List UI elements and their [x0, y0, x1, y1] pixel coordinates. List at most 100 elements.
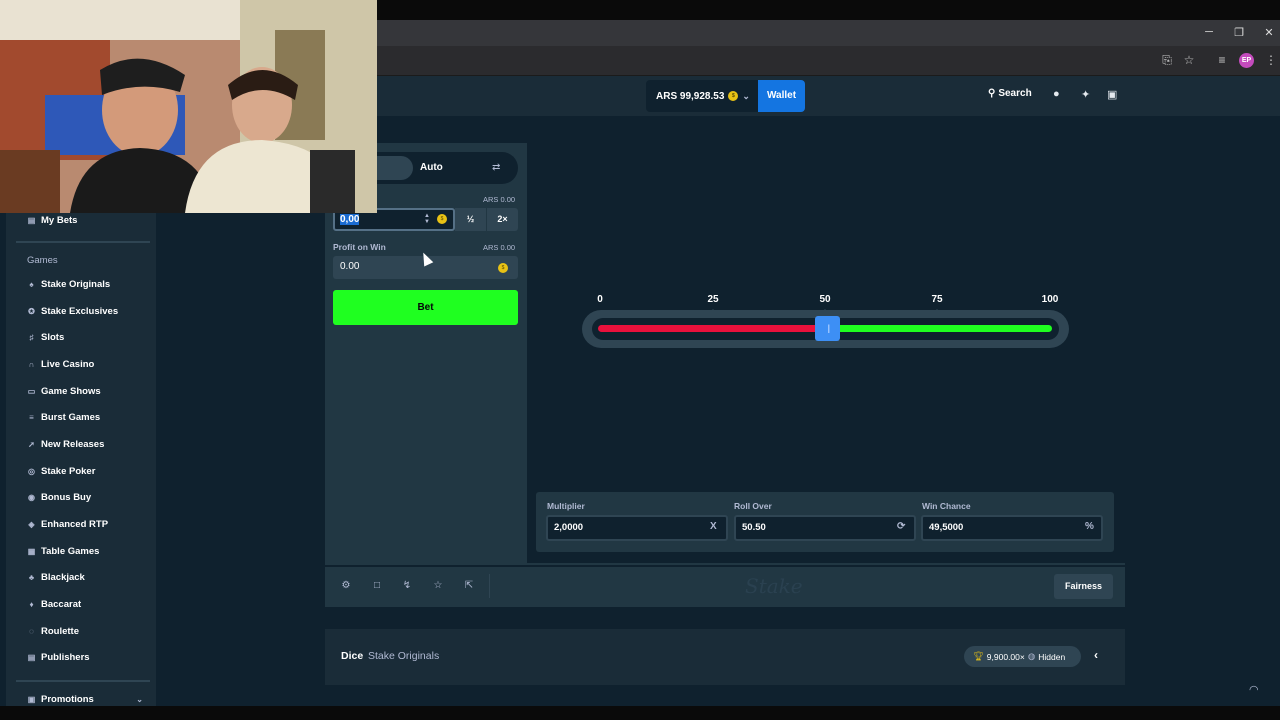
- media-icon[interactable]: ≡: [1213, 53, 1231, 67]
- restore-icon[interactable]: ❐: [1224, 26, 1254, 39]
- slider-tick-label: 75: [931, 294, 943, 305]
- sidebar-item-label: Burst Games: [41, 412, 101, 423]
- bet-amount-fiat: ARS 0.00: [483, 195, 516, 204]
- slider-tick-label: 25: [707, 294, 719, 305]
- sidebar-item-bonus-buy[interactable]: ◉ Bonus Buy: [27, 492, 91, 503]
- theatre-mode-icon[interactable]: □: [370, 580, 384, 591]
- profit-on-win-label: Profit on Win: [333, 242, 386, 252]
- winchance-suffix: %: [1085, 521, 1094, 532]
- rocket-icon: ➚: [28, 440, 35, 449]
- notifications-icon[interactable]: ✦: [1081, 88, 1090, 101]
- chat-icon[interactable]: ▣: [1107, 88, 1117, 101]
- half-bet-button[interactable]: ½: [455, 208, 486, 231]
- max-win-badge[interactable]: 🏆︎ 9,900.00× ◍ Hidden: [964, 646, 1081, 667]
- slider-win-range: [827, 325, 1052, 332]
- multiplier-label: Multiplier: [547, 501, 585, 511]
- coin-icon: $: [498, 263, 508, 273]
- chevron-left-icon[interactable]: ‹: [1094, 648, 1098, 662]
- slider-tick-label: 100: [1041, 294, 1059, 305]
- slider-tick-label: 0: [597, 294, 603, 305]
- sidebar-item-label: Roulette: [41, 626, 79, 637]
- close-icon[interactable]: ✕: [1254, 26, 1280, 39]
- sidebar-item-burst-games[interactable]: ≡ Burst Games: [27, 412, 100, 423]
- sidebar-item-game-shows[interactable]: ▭ Game Shows: [27, 386, 101, 397]
- chevron-down-icon: ⌄: [136, 695, 143, 704]
- translate-icon[interactable]: ⎘: [1158, 53, 1176, 68]
- settings-gear-icon[interactable]: ⚙: [339, 580, 353, 591]
- tab-auto[interactable]: Auto: [420, 162, 443, 173]
- rollover-input[interactable]: 50.50: [734, 515, 916, 541]
- sidebar-item-label: New Releases: [41, 439, 105, 450]
- sidebar-item-baccarat[interactable]: ♦ Baccarat: [27, 599, 81, 610]
- sidebar-item-label: My Bets: [41, 215, 78, 226]
- bets-icon: ▤: [27, 216, 36, 225]
- bookmark-star-icon[interactable]: ☆: [1180, 53, 1198, 67]
- fairness-button[interactable]: Fairness: [1054, 574, 1113, 599]
- sidebar-item-publishers[interactable]: ▤ Publishers: [27, 652, 90, 663]
- coin-icon: $: [728, 91, 739, 101]
- sidebar-divider: [16, 241, 150, 243]
- balance-amount: ARS 99,928.53: [656, 90, 725, 102]
- star-badge-icon: ✪: [28, 307, 35, 316]
- sidebar-item-my-bets[interactable]: ▤ My Bets: [27, 215, 78, 226]
- bet-button[interactable]: Bet: [333, 290, 518, 325]
- profit-fiat: ARS 0.00: [483, 243, 516, 252]
- user-icon[interactable]: ●: [1053, 88, 1060, 100]
- sidebar-item-label: Slots: [41, 332, 65, 343]
- favorite-star-icon[interactable]: ☆: [431, 580, 445, 591]
- sidebar-item-slots[interactable]: ♯ Slots: [27, 332, 65, 343]
- gift-icon: ▣: [27, 695, 36, 704]
- sidebar-item-table-games[interactable]: ▦ Table Games: [27, 546, 100, 557]
- browser-menu-icon[interactable]: ⋮: [1262, 53, 1280, 67]
- multiplier-value: 2,0000: [554, 522, 584, 533]
- game-provider: Stake Originals: [368, 650, 440, 662]
- sidebar-item-stake-poker[interactable]: ◎ Stake Poker: [27, 466, 95, 477]
- balance-selector[interactable]: ARS 99,928.53 $ ⌄: [646, 80, 758, 112]
- double-bet-button[interactable]: 2×: [486, 208, 518, 231]
- burst-icon: ≡: [29, 413, 34, 422]
- sidebar-item-label: Blackjack: [41, 572, 85, 583]
- rtp-icon: ◈: [28, 520, 35, 529]
- stats-icon[interactable]: ↯: [400, 580, 414, 591]
- game-footer-bar: [325, 565, 1125, 607]
- winchance-value: 49,5000: [929, 522, 964, 533]
- refresh-icon[interactable]: ⟳: [897, 521, 905, 532]
- external-link-icon[interactable]: ⇱: [462, 580, 476, 591]
- stepper-icon[interactable]: ▲ ▼: [424, 213, 430, 225]
- sidebar-item-blackjack[interactable]: ♣ Blackjack: [27, 572, 85, 583]
- sidebar-item-label: Stake Poker: [41, 466, 96, 477]
- browser-profile-avatar[interactable]: EP: [1239, 53, 1254, 68]
- slider-handle[interactable]: |||: [815, 316, 841, 341]
- sidebar-item-stake-originals[interactable]: ♠ Stake Originals: [27, 279, 110, 290]
- sidebar-item-roulette[interactable]: ◌ Roulette: [27, 626, 79, 637]
- swap-icon[interactable]: ⇄: [492, 162, 500, 173]
- rollover-value: 50.50: [742, 522, 766, 533]
- footer-divider: [489, 574, 490, 598]
- sidebar-item-label: Game Shows: [41, 386, 101, 397]
- sidebar-item-promotions[interactable]: ▣ Promotions ⌄: [27, 694, 143, 705]
- game-title: Dice: [341, 650, 364, 662]
- multiplier-input[interactable]: 2,0000: [546, 515, 728, 541]
- support-headset-icon[interactable]: ◠: [1249, 683, 1259, 696]
- sidebar-item-enhanced-rtp[interactable]: ◈ Enhanced RTP: [27, 519, 108, 530]
- minimize-icon[interactable]: ─: [1194, 26, 1224, 38]
- profit-value: 0.00: [340, 261, 360, 272]
- bottom-strip: [0, 706, 1280, 720]
- sidebar-item-label: Baccarat: [41, 599, 82, 610]
- wallet-button[interactable]: Wallet: [758, 80, 805, 112]
- sidebar-item-live-casino[interactable]: ∩ Live Casino: [27, 359, 95, 370]
- sidebar-item-stake-exclusives[interactable]: ✪ Stake Exclusives: [27, 306, 118, 317]
- search-icon: ⚲: [988, 88, 996, 99]
- trophy-icon: 🏆︎: [973, 651, 984, 661]
- search-label: Search: [998, 88, 1032, 99]
- search-button[interactable]: ⚲ Search: [988, 88, 1032, 99]
- sidebar-item-label: Publishers: [41, 652, 90, 663]
- bonus-icon: ◉: [28, 493, 35, 502]
- sidebar-item-label: Table Games: [41, 546, 100, 557]
- sidebar-item-label: Stake Exclusives: [41, 306, 119, 317]
- sidebar-item-new-releases[interactable]: ➚ New Releases: [27, 439, 104, 450]
- winchance-input[interactable]: 49,5000: [921, 515, 1103, 541]
- max-win-state: Hidden: [1038, 651, 1066, 662]
- publishers-icon: ▤: [27, 653, 36, 662]
- sidebar-item-label: Bonus Buy: [41, 492, 92, 503]
